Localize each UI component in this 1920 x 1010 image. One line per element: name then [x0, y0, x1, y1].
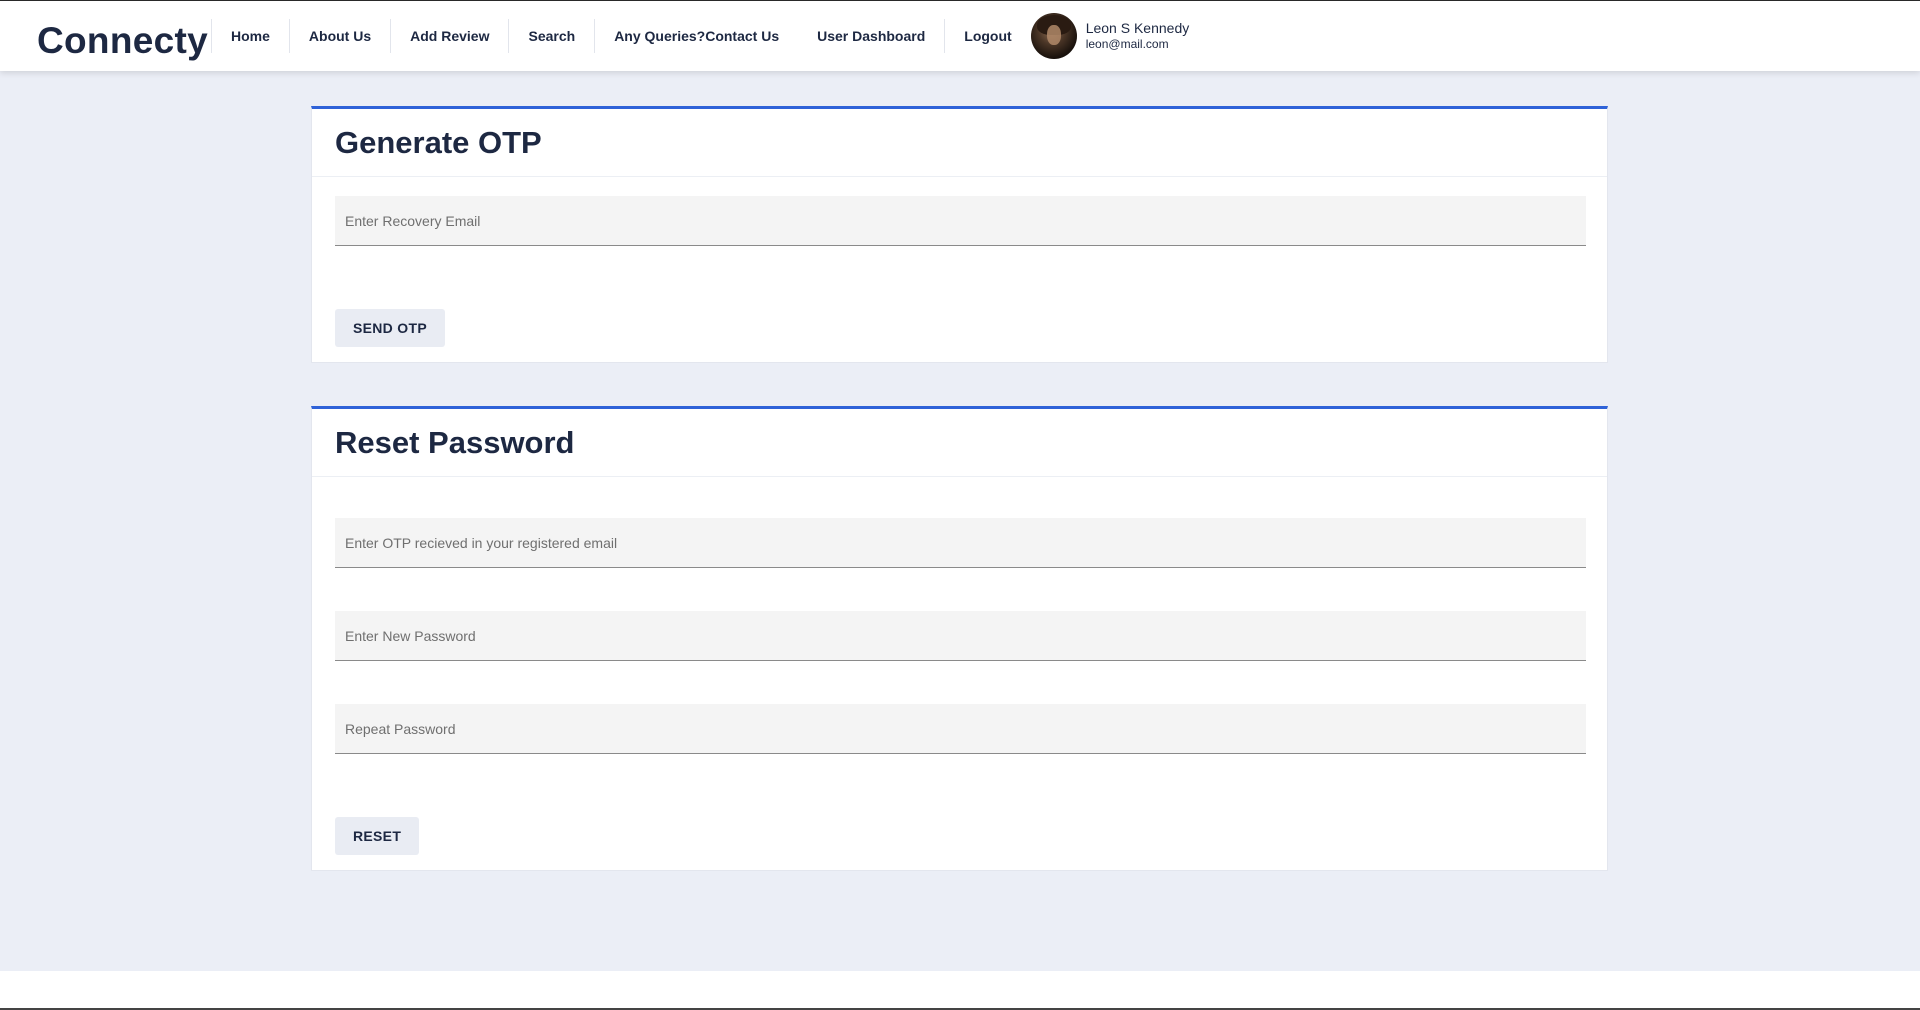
new-password-input[interactable]: [335, 611, 1586, 661]
user-email: leon@mail.com: [1085, 37, 1169, 52]
generate-otp-title: Generate OTP: [335, 124, 542, 160]
footer: [0, 971, 1920, 1008]
user-profile[interactable]: Leon S Kennedy leon@mail.com: [1030, 1, 1190, 71]
nav-user-dashboard[interactable]: User Dashboard: [798, 19, 944, 53]
user-info: Leon S Kennedy leon@mail.com: [1086, 20, 1190, 51]
nav-contact-us[interactable]: Any Queries?Contact Us: [594, 19, 798, 53]
nav-links: Home About Us Add Review Search Any Quer…: [211, 1, 1031, 71]
reset-password-header: Reset Password: [312, 409, 1607, 477]
generate-otp-header: Generate OTP: [312, 109, 1607, 177]
user-name: Leon S Kennedy: [1085, 20, 1190, 37]
nav-logout[interactable]: Logout: [944, 19, 1030, 53]
nav-search[interactable]: Search: [508, 19, 594, 53]
avatar-face: [1046, 25, 1061, 45]
nav-about-us[interactable]: About Us: [288, 19, 390, 53]
brand-logo[interactable]: Connecty: [37, 20, 211, 62]
reset-password-card: Reset Password RESET: [311, 406, 1608, 871]
navbar: Connecty Home About Us Add Review Search…: [0, 1, 1920, 71]
nav-home[interactable]: Home: [211, 19, 289, 53]
reset-password-title: Reset Password: [335, 424, 575, 460]
avatar: [1030, 13, 1077, 59]
reset-button[interactable]: RESET: [335, 817, 420, 855]
send-otp-button[interactable]: SEND OTP: [335, 309, 445, 347]
generate-otp-card: Generate OTP SEND OTP: [311, 106, 1608, 363]
recovery-email-input[interactable]: [335, 196, 1586, 246]
nav-add-review[interactable]: Add Review: [390, 19, 508, 53]
repeat-password-input[interactable]: [335, 704, 1586, 754]
otp-input[interactable]: [335, 518, 1586, 568]
